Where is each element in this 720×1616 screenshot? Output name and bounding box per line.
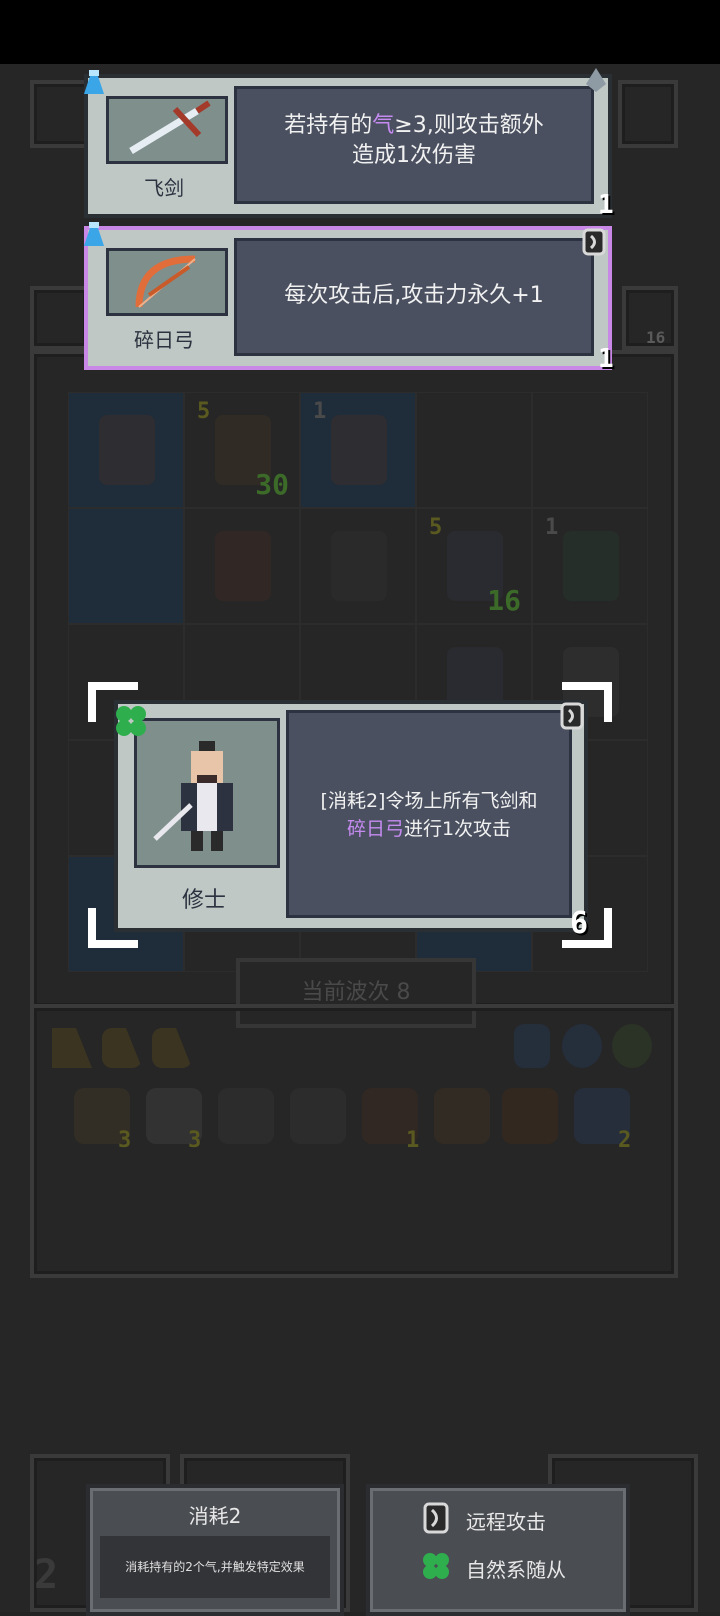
card-cultivator[interactable]: 修士 [消耗2]令场上所有飞剑和 碎日弓进行1次攻击 [114, 700, 588, 932]
side-badge: 16 [646, 328, 666, 347]
ranged-badge-icon [582, 228, 606, 256]
level-badge: 1 [313, 399, 327, 424]
grid-cell[interactable]: 5 16 [416, 508, 532, 624]
claw-icon[interactable] [290, 1088, 346, 1144]
item-count: 2 [618, 1128, 632, 1153]
desc-text: 造成1次伤害 [352, 143, 476, 168]
shield-icon[interactable] [514, 1024, 550, 1068]
bow-icon [135, 255, 196, 308]
monster-sprite [215, 531, 271, 601]
ring-icon[interactable] [612, 1024, 652, 1068]
stack-count: 30 [255, 468, 289, 501]
item-count: 3 [118, 1128, 132, 1153]
unit-portrait [134, 718, 280, 868]
wind-icon[interactable] [434, 1088, 490, 1144]
consume-button[interactable]: 消耗2 消耗持有的2个气,并触发特定效果 [86, 1484, 344, 1616]
monster-sprite [331, 415, 387, 485]
card-description: [消耗2]令场上所有飞剑和 碎日弓进行1次攻击 [289, 787, 569, 843]
level-badge: 1 [545, 515, 559, 540]
grid-cell[interactable]: 5 30 [184, 392, 300, 508]
card-description: 每次攻击后,攻击力永久+1 [284, 283, 544, 308]
side-slot-left [30, 286, 90, 350]
grid-cell[interactable]: 1 [532, 508, 648, 624]
card-description-box: 每次攻击后,攻击力永久+1 [234, 238, 594, 356]
card-name: 修士 [181, 888, 226, 913]
item-portrait [106, 96, 228, 164]
staff-icon[interactable] [502, 1088, 558, 1144]
desc-text: 若持有的 [284, 113, 373, 138]
monster-sprite [563, 531, 619, 601]
grid-cell[interactable] [300, 508, 416, 624]
consume-title: 消耗2 [188, 1504, 242, 1528]
card-flying-sword[interactable]: 飞剑 若持有的气≥3,则攻击额外 造成1次伤害 [84, 74, 612, 218]
bow-keyword: 碎日弓 [346, 818, 404, 840]
monster-sprite [99, 415, 155, 485]
card-name: 碎日弓 [134, 328, 194, 352]
tag-nature-label: 自然系随从 [466, 1558, 566, 1582]
item-count: 1 [406, 1128, 420, 1153]
desc-text: 进行1次攻击 [403, 818, 512, 840]
sword-icon[interactable] [218, 1088, 274, 1144]
consume-description: 消耗持有的2个气,并触发特定效果 [100, 1536, 330, 1598]
monster-sprite [331, 531, 387, 601]
arrowhead-icon [586, 68, 606, 92]
card-description: 若持有的气≥3,则攻击额外 造成1次伤害 [237, 111, 591, 171]
level-badge: 5 [429, 515, 443, 540]
stack-count: 16 [487, 584, 521, 617]
card-sun-bow[interactable]: 碎日弓 每次攻击后,攻击力永久+1 [84, 226, 612, 370]
grid-cell[interactable] [184, 508, 300, 624]
card-count: 1 [598, 190, 614, 220]
clover-icon [116, 706, 146, 736]
potion-icon [84, 222, 104, 246]
qi-keyword: 气 [372, 113, 395, 138]
clover-icon [423, 1553, 449, 1579]
grid-cell[interactable]: 1 [300, 392, 416, 508]
grid-cell[interactable] [416, 392, 532, 508]
ranged-badge-icon [423, 1502, 449, 1534]
cultivator-sprite [153, 741, 233, 851]
item-portrait [106, 248, 228, 316]
sword-icon [129, 100, 211, 154]
left-digit: 2 [34, 1552, 59, 1598]
status-bar [0, 0, 720, 64]
card-count: 1 [598, 344, 614, 374]
grid-cell[interactable] [532, 392, 648, 508]
item-count: 3 [188, 1128, 202, 1153]
grid-cell[interactable] [68, 392, 184, 508]
ranged-badge-icon [560, 702, 584, 730]
card-count: 6 [570, 906, 589, 941]
hud-right-slot [618, 80, 678, 148]
desc-text: [消耗2]令场上所有飞剑和 [320, 790, 538, 812]
card-description-box: 若持有的气≥3,则攻击额外 造成1次伤害 [234, 86, 594, 204]
desc-text: ≥3,则攻击额外 [394, 113, 544, 138]
gear-icon[interactable] [562, 1024, 602, 1068]
tag-ranged-label: 远程攻击 [466, 1510, 546, 1534]
card-name: 飞剑 [144, 176, 184, 200]
tags-panel: 远程攻击 自然系随从 [366, 1484, 630, 1616]
grid-cell[interactable] [68, 508, 184, 624]
card-description-box: [消耗2]令场上所有飞剑和 碎日弓进行1次攻击 [286, 710, 572, 918]
potion-icon [84, 70, 104, 94]
level-badge: 5 [197, 399, 211, 424]
